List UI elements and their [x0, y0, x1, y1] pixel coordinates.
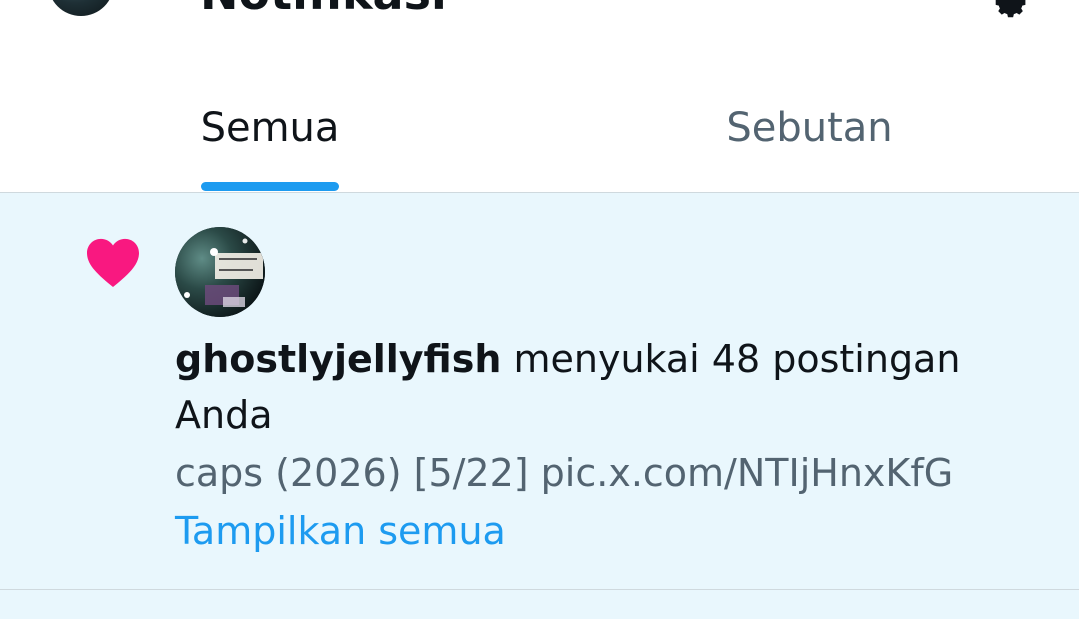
tab-all[interactable]: Semua: [0, 60, 540, 192]
notification-tabs: Semua Sebutan: [0, 60, 1079, 192]
top-app-bar: Notifikasi: [0, 0, 1079, 30]
gear-icon[interactable]: [988, 0, 1032, 24]
active-tab-indicator: [201, 182, 339, 191]
profile-avatar[interactable]: [48, 0, 114, 16]
tab-mentions[interactable]: Sebutan: [540, 60, 1079, 192]
notification-text: ghostlyjellyfish menyukai 48 postingan A…: [175, 331, 1055, 443]
actor-name[interactable]: ghostlyjellyfish: [175, 337, 501, 381]
page-title: Notifikasi: [200, 0, 447, 20]
avatar-image: [175, 227, 265, 317]
tab-label-all: Semua: [200, 105, 340, 151]
show-all-link[interactable]: Tampilkan semua: [175, 503, 506, 559]
next-notification-item[interactable]: [0, 590, 1079, 619]
tab-label-mentions: Sebutan: [726, 105, 893, 151]
avatar[interactable]: [175, 227, 265, 317]
post-preview[interactable]: caps (2026) [5/22] pic.x.com/NTIjHnxKfG: [175, 445, 953, 501]
notification-item[interactable]: ghostlyjellyfish menyukai 48 postingan A…: [0, 193, 1079, 589]
heart-icon: [87, 238, 139, 288]
